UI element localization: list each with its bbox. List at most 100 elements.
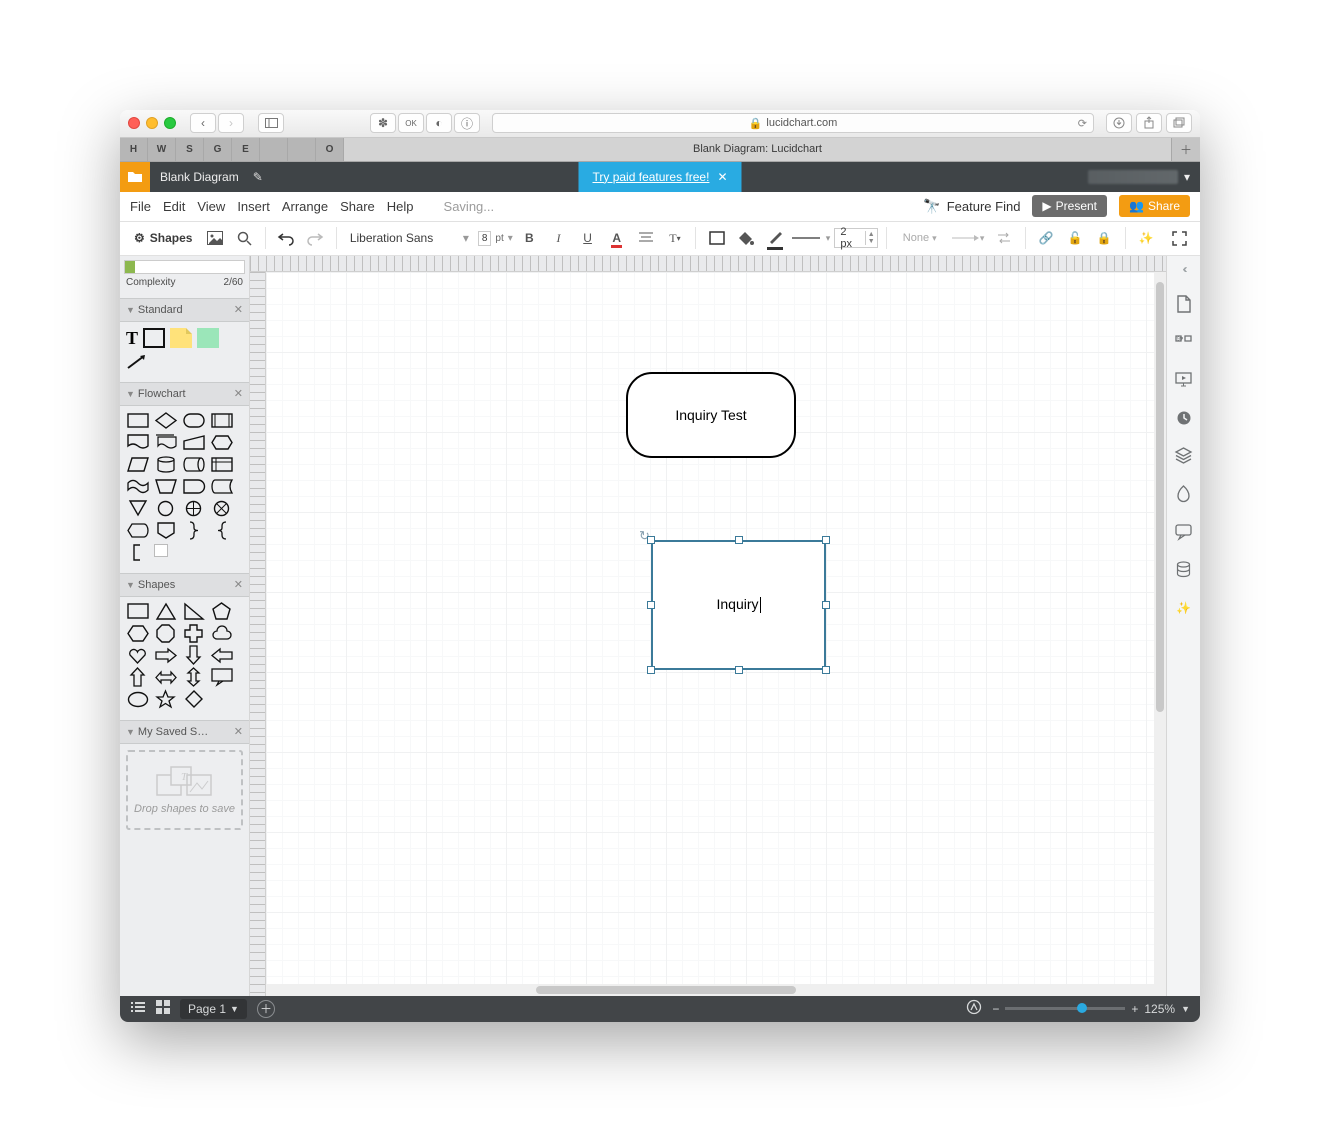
menu-arrange[interactable]: Arrange: [282, 199, 328, 214]
view-grid-button[interactable]: [156, 1000, 170, 1017]
resize-handle-se[interactable]: [822, 666, 830, 674]
resize-handle-sw[interactable]: [647, 666, 655, 674]
shp-isoc[interactable]: [154, 603, 177, 620]
section-standard-header[interactable]: ▼ Standard ✕: [120, 298, 249, 322]
shp-hex[interactable]: [126, 625, 149, 642]
shp-heart[interactable]: [126, 647, 149, 664]
horizontal-scrollbar[interactable]: [266, 984, 1166, 996]
downloads-button[interactable]: [1106, 113, 1132, 133]
share-sheet-button[interactable]: [1136, 113, 1162, 133]
menu-help[interactable]: Help: [387, 199, 414, 214]
favorite-e[interactable]: E: [232, 138, 260, 161]
dock-present-icon[interactable]: [1174, 370, 1194, 390]
fc-decision[interactable]: [154, 412, 177, 429]
border-style-button[interactable]: [704, 225, 729, 251]
feature-find-button[interactable]: 🔭 Feature Find: [923, 198, 1020, 215]
fc-process[interactable]: [126, 412, 149, 429]
section-standard-close[interactable]: ✕: [234, 303, 243, 316]
page-select[interactable]: Page 1 ▼: [180, 999, 247, 1019]
section-saved-close[interactable]: ✕: [234, 725, 243, 738]
fc-database[interactable]: [154, 456, 177, 473]
fc-manual-op[interactable]: [154, 478, 177, 495]
shp-varrow[interactable]: [182, 669, 205, 686]
window-zoom-button[interactable]: [164, 117, 176, 129]
favorite-o[interactable]: O: [316, 138, 344, 161]
font-family-select[interactable]: Liberation Sans ▾: [345, 228, 474, 248]
fc-delay[interactable]: [182, 478, 205, 495]
nav-forward-button[interactable]: ›: [218, 113, 244, 133]
extension-icon-3[interactable]: ◐: [426, 113, 452, 133]
nav-back-button[interactable]: ‹: [190, 113, 216, 133]
dock-page-icon[interactable]: [1174, 294, 1194, 314]
snap-indicator-icon[interactable]: [966, 999, 982, 1018]
fc-document[interactable]: [126, 434, 149, 451]
insert-image-button[interactable]: [202, 225, 227, 251]
canvas[interactable]: Inquiry Test ↻ Inquiry: [266, 272, 1166, 996]
favorite-s[interactable]: S: [176, 138, 204, 161]
view-list-button[interactable]: [130, 1001, 146, 1016]
fc-data[interactable]: [126, 456, 149, 473]
window-close-button[interactable]: [128, 117, 140, 129]
shape-block[interactable]: [143, 328, 165, 348]
shp-darrow[interactable]: [182, 647, 205, 664]
bold-button[interactable]: B: [517, 225, 542, 251]
document-title[interactable]: Blank Diagram: [150, 170, 249, 184]
dock-theme-icon[interactable]: [1174, 484, 1194, 504]
dock-layers-icon[interactable]: [1174, 446, 1194, 466]
resize-handle-nw[interactable]: [647, 536, 655, 544]
fc-multidoc[interactable]: [154, 434, 177, 451]
favorite-w[interactable]: W: [148, 138, 176, 161]
shp-pent[interactable]: [210, 603, 233, 620]
shape-process-2[interactable]: Inquiry: [651, 540, 826, 670]
shp-rtri[interactable]: [182, 603, 205, 620]
locked-button[interactable]: 🔒: [1092, 225, 1117, 251]
shp-callout[interactable]: [210, 669, 233, 686]
fc-input[interactable]: [182, 434, 205, 451]
fc-merge[interactable]: [126, 500, 149, 517]
shp-star[interactable]: [154, 691, 177, 708]
align-button[interactable]: [633, 225, 658, 251]
dock-data-icon[interactable]: [1174, 560, 1194, 580]
dock-comments-icon[interactable]: 99: [1174, 332, 1194, 352]
collapse-right-panel-button[interactable]: ‹‹: [1183, 262, 1185, 276]
fc-offpage[interactable]: [154, 522, 177, 539]
shp-ellipse[interactable]: [126, 691, 149, 708]
fc-predefined[interactable]: [210, 412, 233, 429]
fc-preparation[interactable]: [210, 434, 233, 451]
resize-handle-e[interactable]: [822, 601, 830, 609]
shp-larrow[interactable]: [210, 647, 233, 664]
fc-sum[interactable]: [210, 500, 233, 517]
shp-rarrow[interactable]: [154, 647, 177, 664]
resize-handle-s[interactable]: [735, 666, 743, 674]
sidebar-toggle-button[interactable]: [258, 113, 284, 133]
present-button[interactable]: ▶ Present: [1032, 195, 1107, 217]
shp-rect[interactable]: [126, 603, 149, 620]
line-style-button[interactable]: ▾: [792, 225, 831, 251]
font-size-input[interactable]: 8: [478, 231, 492, 246]
resize-handle-ne[interactable]: [822, 536, 830, 544]
line-color-button[interactable]: [763, 225, 788, 251]
share-button[interactable]: 👥 Share: [1119, 195, 1190, 217]
fc-internal[interactable]: [210, 456, 233, 473]
shp-oct[interactable]: [154, 625, 177, 642]
browser-tab[interactable]: Blank Diagram: Lucidchart: [344, 138, 1172, 161]
zoom-slider[interactable]: [1005, 1007, 1125, 1010]
lock-button[interactable]: 🔓: [1063, 225, 1088, 251]
section-flowchart-header[interactable]: ▼ Flowchart ✕: [120, 382, 249, 406]
dock-chat-icon[interactable]: [1174, 522, 1194, 542]
reload-icon[interactable]: ⟳: [1078, 117, 1087, 130]
fc-brace-open[interactable]: [210, 522, 233, 539]
extension-icon-1[interactable]: ✽: [370, 113, 396, 133]
shp-cloud[interactable]: [210, 625, 233, 642]
fc-card[interactable]: [154, 544, 168, 557]
magic-wand-button[interactable]: ✨: [1134, 225, 1159, 251]
menu-edit[interactable]: Edit: [163, 199, 185, 214]
new-tab-button[interactable]: ＋: [1172, 138, 1200, 161]
line-start-select[interactable]: None ▾: [895, 225, 945, 251]
canvas-scroll[interactable]: Inquiry Test ↻ Inquiry: [266, 272, 1166, 996]
text-options-button[interactable]: T▾: [662, 225, 687, 251]
fc-direct[interactable]: [182, 456, 205, 473]
dock-history-icon[interactable]: [1174, 408, 1194, 428]
italic-button[interactable]: I: [546, 225, 571, 251]
fill-color-button[interactable]: [734, 225, 759, 251]
